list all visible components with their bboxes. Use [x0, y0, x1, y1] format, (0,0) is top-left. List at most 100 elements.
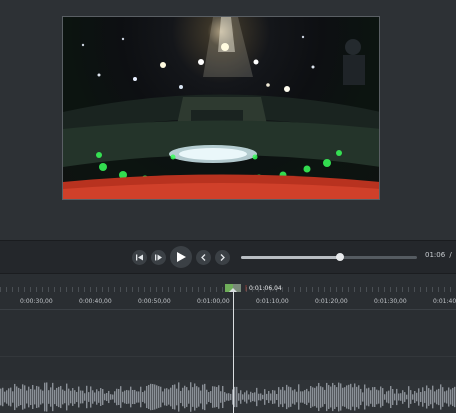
waveform-bar: [428, 388, 430, 406]
waveform-bar: [326, 382, 328, 412]
waveform-bar: [92, 390, 94, 404]
waveform-bar: [178, 382, 180, 412]
waveform-bar: [54, 389, 56, 405]
waveform-bar: [304, 390, 306, 404]
current-time: 01:06: [425, 251, 446, 259]
waveform-bar: [340, 383, 342, 411]
ruler-tick-label: 0:00:40,00: [79, 298, 112, 305]
waveform-bar: [94, 392, 96, 402]
waveform-bar: [18, 387, 20, 407]
waveform-bar: [368, 387, 370, 407]
step-back-button[interactable]: [132, 250, 147, 265]
waveform-bar: [170, 387, 172, 407]
waveform-bar: [350, 383, 352, 411]
waveform-bar: [316, 386, 318, 408]
playhead-line[interactable]: [233, 286, 234, 413]
waveform-bar: [52, 382, 54, 412]
waveform-bar: [362, 392, 364, 402]
waveform-bar: [192, 387, 194, 407]
waveform-bar: [212, 386, 214, 408]
waveform-bar: [412, 394, 414, 400]
waveform-bar: [404, 392, 406, 402]
waveform-bar: [454, 386, 456, 408]
waveform-bar: [160, 386, 162, 408]
waveform-bar: [256, 387, 258, 407]
waveform-bar: [230, 393, 232, 401]
waveform-bar: [200, 390, 202, 404]
waveform-bar: [292, 390, 294, 404]
waveform-bar: [32, 384, 34, 410]
waveform-bar: [312, 387, 314, 407]
next-button[interactable]: [215, 250, 230, 265]
waveform-bar: [360, 388, 362, 406]
waveform-bar: [278, 387, 280, 407]
waveform-bar: [318, 382, 320, 412]
time-readout: 01:06 / 02: [425, 251, 456, 259]
audio-track[interactable]: [0, 380, 456, 413]
waveform-bar: [140, 386, 142, 408]
waveform-bar: [74, 390, 76, 404]
waveform-bar: [342, 387, 344, 407]
preview-panel: [0, 0, 456, 240]
waveform-bar: [268, 390, 270, 404]
waveform-bar: [60, 385, 62, 409]
waveform-bar: [348, 384, 350, 410]
waveform-bar: [100, 388, 102, 406]
waveform-bar: [262, 394, 264, 400]
waveform-bar: [166, 388, 168, 406]
waveform-bar: [320, 386, 322, 408]
waveform-bar: [266, 393, 268, 401]
waveform-bar: [396, 388, 398, 406]
step-forward-button[interactable]: [151, 250, 166, 265]
waveform-bar: [392, 389, 394, 405]
waveform-bar: [274, 390, 276, 404]
waveform-bar: [240, 390, 242, 404]
waveform-bar: [388, 390, 390, 404]
waveform-bar: [0, 388, 2, 406]
waveform-bar: [154, 384, 156, 410]
waveform-bar: [338, 382, 340, 412]
waveform-bar: [422, 387, 424, 407]
waveform-bar: [440, 384, 442, 410]
waveform-bar: [216, 386, 218, 408]
playhead-time: | 0:01:06,04: [245, 285, 282, 292]
waveform-bar: [252, 392, 254, 402]
waveform-bar: [310, 386, 312, 408]
waveform-bar: [134, 389, 136, 405]
progress-slider[interactable]: [241, 253, 417, 261]
waveform-bar: [180, 390, 182, 404]
waveform-bar: [90, 386, 92, 408]
waveform-bar: [400, 393, 402, 401]
video-editor: 01:06 / 02 0:00:30,00 0:00:40,00 0:00:50,0…: [0, 0, 456, 413]
playhead-handle[interactable]: [225, 284, 241, 292]
waveform-bar: [380, 386, 382, 408]
waveform-bar: [144, 390, 146, 404]
play-button[interactable]: [170, 246, 192, 268]
waveform-bar: [24, 385, 26, 409]
waveform-bar: [102, 389, 104, 405]
previous-button[interactable]: [196, 250, 211, 265]
waveform-bar: [378, 390, 380, 404]
waveform-bar: [370, 390, 372, 404]
waveform-bar: [254, 392, 256, 402]
waveform-bar: [112, 394, 114, 400]
waveform-bar: [432, 385, 434, 409]
waveform-bar: [386, 391, 388, 403]
audio-waveform: [0, 382, 456, 412]
waveform-bar: [2, 387, 4, 407]
waveform-bar: [80, 390, 82, 404]
video-preview[interactable]: [62, 16, 380, 200]
waveform-bar: [26, 390, 28, 404]
waveform-bar: [46, 382, 48, 412]
waveform-bar: [4, 391, 6, 403]
waveform-bar: [236, 386, 238, 408]
waveform-bar: [28, 386, 30, 408]
waveform-bar: [300, 391, 302, 403]
waveform-bar: [218, 385, 220, 409]
waveform-bar: [384, 394, 386, 400]
progress-thumb[interactable]: [335, 253, 344, 261]
waveform-bar: [352, 387, 354, 407]
waveform-bar: [172, 384, 174, 410]
waveform-bar: [150, 383, 152, 411]
waveform-bar: [366, 388, 368, 406]
